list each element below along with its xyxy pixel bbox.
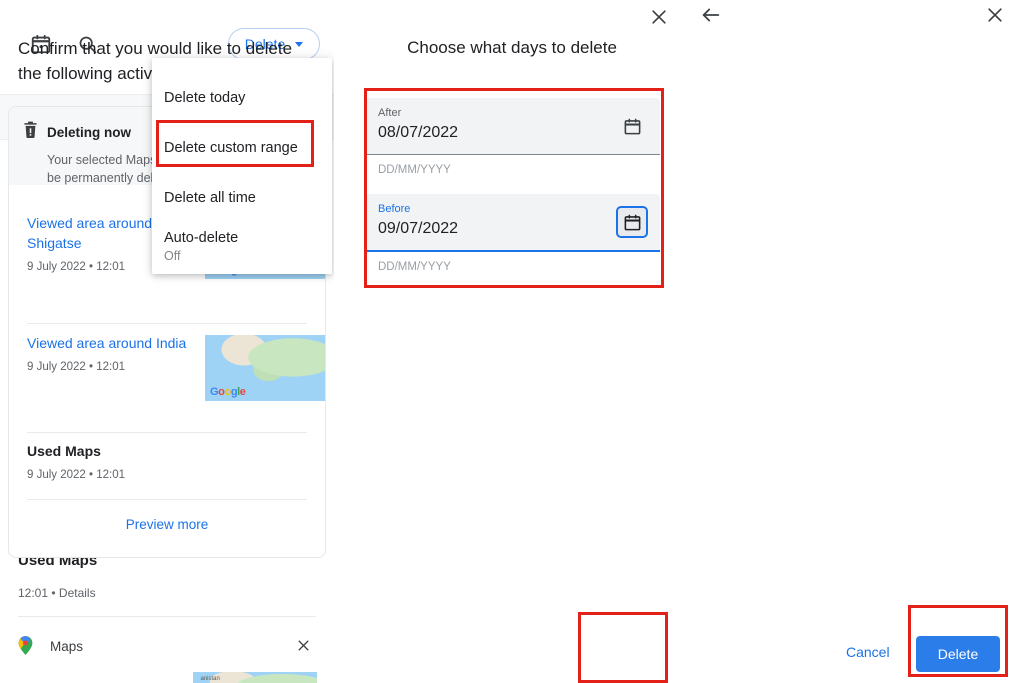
delete-dropdown-menu: Delete today Delete custom range Delete … xyxy=(152,58,332,274)
date-range-fields: After 08/07/2022 DD/MM/YYYY Before 09/07… xyxy=(364,98,660,273)
after-field-value: 08/07/2022 xyxy=(378,124,459,141)
after-date-field[interactable]: After 08/07/2022 DD/MM/YYYY xyxy=(364,98,660,176)
list-item-header: Maps xyxy=(0,632,334,660)
arrow-left-icon[interactable] xyxy=(698,2,724,28)
preview-more-link[interactable]: Preview more xyxy=(9,517,325,532)
divider xyxy=(27,432,307,433)
trash-alert-icon xyxy=(23,121,38,143)
banner-heading: Deleting now xyxy=(47,124,131,140)
close-icon[interactable] xyxy=(982,2,1008,28)
choose-days-panel: Choose what days to delete After 08/07/2… xyxy=(334,0,992,683)
map-thumbnail[interactable]: Google xyxy=(205,335,325,401)
before-field-value: 09/07/2022 xyxy=(378,220,459,237)
google-watermark: Google xyxy=(210,386,246,398)
menu-item-label: Delete all time xyxy=(164,190,256,206)
list-item-meta: 9 July 2022 • 12:01 xyxy=(27,261,126,273)
menu-item-label: Delete custom range xyxy=(164,140,298,156)
divider xyxy=(27,499,307,500)
menu-item-delete-today[interactable]: Delete today xyxy=(152,78,332,118)
before-field-label: Before xyxy=(378,203,411,215)
list-item-title: Used Maps xyxy=(27,443,101,459)
screenshot-stage: Delete Today Some activity may n xyxy=(0,0,1024,683)
after-field-underline xyxy=(364,154,660,155)
list-item-meta: 9 July 2022 • 12:01 xyxy=(27,361,126,373)
menu-item-sublabel: Off xyxy=(164,248,181,263)
before-field-fill[interactable]: Before 09/07/2022 xyxy=(364,194,660,250)
before-field-underline xyxy=(364,250,660,252)
menu-item-delete-custom-range[interactable]: Delete custom range xyxy=(152,128,332,168)
list-item-meta: 12:01 • Details xyxy=(18,586,96,600)
map-thumbnail[interactable]: anistan xyxy=(193,672,317,683)
page-title: Choose what days to delete xyxy=(407,38,617,57)
divider xyxy=(27,323,307,324)
map-artwork: anistan xyxy=(193,672,317,683)
cancel-button[interactable]: Cancel xyxy=(846,644,890,660)
calendar-icon[interactable] xyxy=(616,110,648,142)
list-item: Used Maps 9 July 2022 • 12:01 xyxy=(9,441,325,503)
after-field-label: After xyxy=(378,107,402,119)
close-icon[interactable] xyxy=(646,4,672,30)
map-label: anistan xyxy=(200,676,220,682)
confirm-panel xyxy=(690,0,1024,683)
list-item[interactable]: Maps xyxy=(0,632,334,660)
before-date-field[interactable]: Before 09/07/2022 DD/MM/YYYY xyxy=(364,194,660,273)
after-field-fill[interactable]: After 08/07/2022 xyxy=(364,98,660,154)
list-item-meta: 9 July 2022 • 12:01 xyxy=(27,469,126,481)
menu-item-label: Auto-delete xyxy=(164,229,239,246)
menu-item-auto-delete[interactable]: Auto-delete Off xyxy=(152,222,332,270)
maps-pin-icon xyxy=(18,636,34,656)
menu-item-label: Delete today xyxy=(164,90,246,106)
list-item[interactable]: Viewed area around India 9 July 2022 • 1… xyxy=(9,333,325,443)
after-field-helper: DD/MM/YYYY xyxy=(378,164,451,176)
delete-button[interactable]: Delete xyxy=(916,636,1000,672)
before-field-helper: DD/MM/YYYY xyxy=(378,261,451,273)
list-item-title[interactable]: Viewed area around India xyxy=(27,333,227,353)
divider xyxy=(18,616,316,617)
calendar-icon[interactable] xyxy=(616,206,648,238)
menu-item-delete-all-time[interactable]: Delete all time xyxy=(152,178,332,218)
map-artwork: Google xyxy=(205,335,325,401)
list-item-source: Maps xyxy=(50,638,84,654)
close-icon[interactable] xyxy=(296,638,312,654)
